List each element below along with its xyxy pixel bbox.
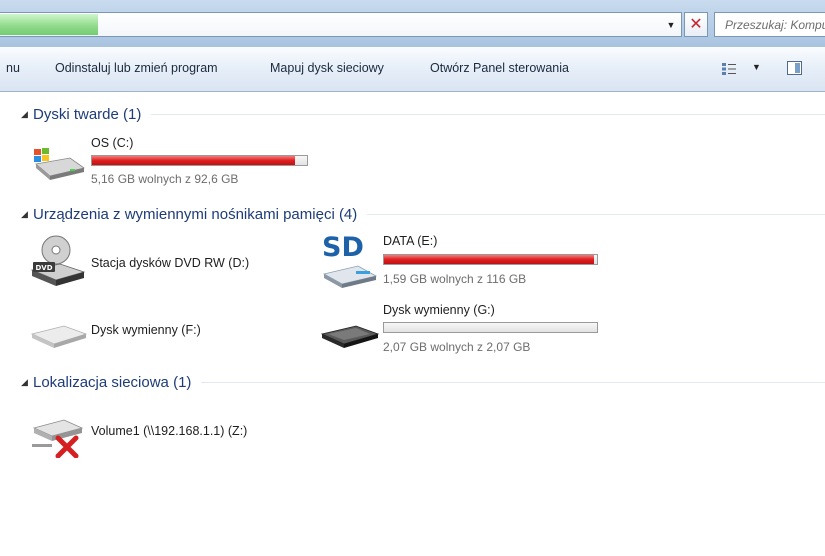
drive-name: Dysk wymienny (F:) — [91, 323, 201, 337]
drive-usage-bar — [383, 322, 598, 333]
collapse-triangle-icon[interactable]: ◢ — [21, 109, 33, 120]
chevron-down-icon[interactable]: ▼ — [663, 15, 679, 34]
sd-card-icon: SD — [322, 232, 378, 288]
close-icon[interactable]: ✕ — [684, 12, 708, 37]
group-header-hard-drives[interactable]: ◢ Dyski twarde (1) — [21, 104, 825, 124]
group-title: Dyski twarde (1) — [33, 105, 142, 123]
group-title: Urządzenia z wymiennymi nośnikami pamięc… — [33, 205, 358, 223]
open-control-panel-button[interactable]: Otwórz Panel sterowania — [430, 61, 569, 75]
drive-usage-fill — [384, 255, 595, 264]
drive-free-space: 2,07 GB wolnych z 2,07 GB — [383, 340, 531, 354]
drive-item-f[interactable]: Dysk wymienny (F:) — [30, 306, 290, 356]
view-options-icon[interactable] — [722, 63, 736, 75]
drive-usage-bar — [383, 254, 598, 265]
drive-item-e[interactable]: SD DATA (E:) 1,59 GB wolnych z 116 GB — [320, 232, 610, 292]
drive-item-g[interactable]: Dysk wymienny (G:) 2,07 GB wolnych z 2,0… — [320, 302, 610, 358]
collapse-triangle-icon[interactable]: ◢ — [21, 377, 33, 388]
drive-name: Dysk wymienny (G:) — [383, 303, 495, 317]
address-box[interactable]: ▼ — [0, 12, 682, 37]
group-header-network[interactable]: ◢ Lokalizacja sieciowa (1) — [21, 372, 825, 392]
windows-hard-drive-icon — [34, 148, 85, 180]
command-bar: nu Odinstaluj lub zmień program Mapuj dy… — [0, 47, 825, 92]
drive-name: Volume1 (\\192.168.1.1) (Z:) — [91, 424, 248, 438]
dvd-drive-icon: DVD — [30, 235, 86, 286]
drive-item-z[interactable]: Volume1 (\\192.168.1.1) (Z:) — [30, 406, 330, 462]
search-input[interactable] — [725, 17, 825, 32]
drive-item-d[interactable]: DVD Stacja dysków DVD RW (D:) — [30, 232, 290, 292]
uninstall-program-button[interactable]: Odinstaluj lub zmień program — [55, 61, 218, 75]
disconnected-network-drive-icon — [32, 419, 84, 458]
drive-usage-fill — [92, 156, 295, 165]
group-divider — [201, 381, 825, 383]
address-progress — [0, 14, 98, 35]
drive-usage-bar — [91, 155, 308, 166]
menu-fragment-button[interactable]: nu — [6, 61, 20, 75]
group-divider — [151, 113, 825, 115]
drive-item-c[interactable]: OS (C:) 5,16 GB wolnych z 92,6 GB — [30, 134, 320, 186]
search-field[interactable] — [714, 12, 825, 37]
drive-name: DATA (E:) — [383, 234, 438, 248]
preview-pane-icon[interactable] — [787, 61, 802, 75]
drive-free-space: 5,16 GB wolnych z 92,6 GB — [91, 172, 239, 186]
drives-view: ◢ Dyski twarde (1) OS (C:) 5,16 GB wolny… — [0, 92, 825, 556]
chevron-down-icon[interactable]: ▼ — [752, 62, 761, 72]
removable-drive-icon — [30, 325, 88, 348]
collapse-triangle-icon[interactable]: ◢ — [21, 209, 33, 220]
group-divider — [367, 213, 825, 215]
svg-text:SD: SD — [322, 232, 364, 263]
map-network-drive-button[interactable]: Mapuj dysk sieciowy — [270, 61, 384, 75]
svg-text:DVD: DVD — [35, 264, 52, 272]
address-bar-strip: ▼ ✕ — [0, 0, 825, 47]
drive-free-space: 1,59 GB wolnych z 116 GB — [383, 272, 527, 286]
removable-drive-icon — [320, 325, 380, 348]
group-header-removable[interactable]: ◢ Urządzenia z wymiennymi nośnikami pami… — [21, 204, 825, 224]
drive-name: OS (C:) — [91, 136, 134, 150]
drive-name: Stacja dysków DVD RW (D:) — [91, 256, 250, 270]
group-title: Lokalizacja sieciowa (1) — [33, 373, 192, 391]
